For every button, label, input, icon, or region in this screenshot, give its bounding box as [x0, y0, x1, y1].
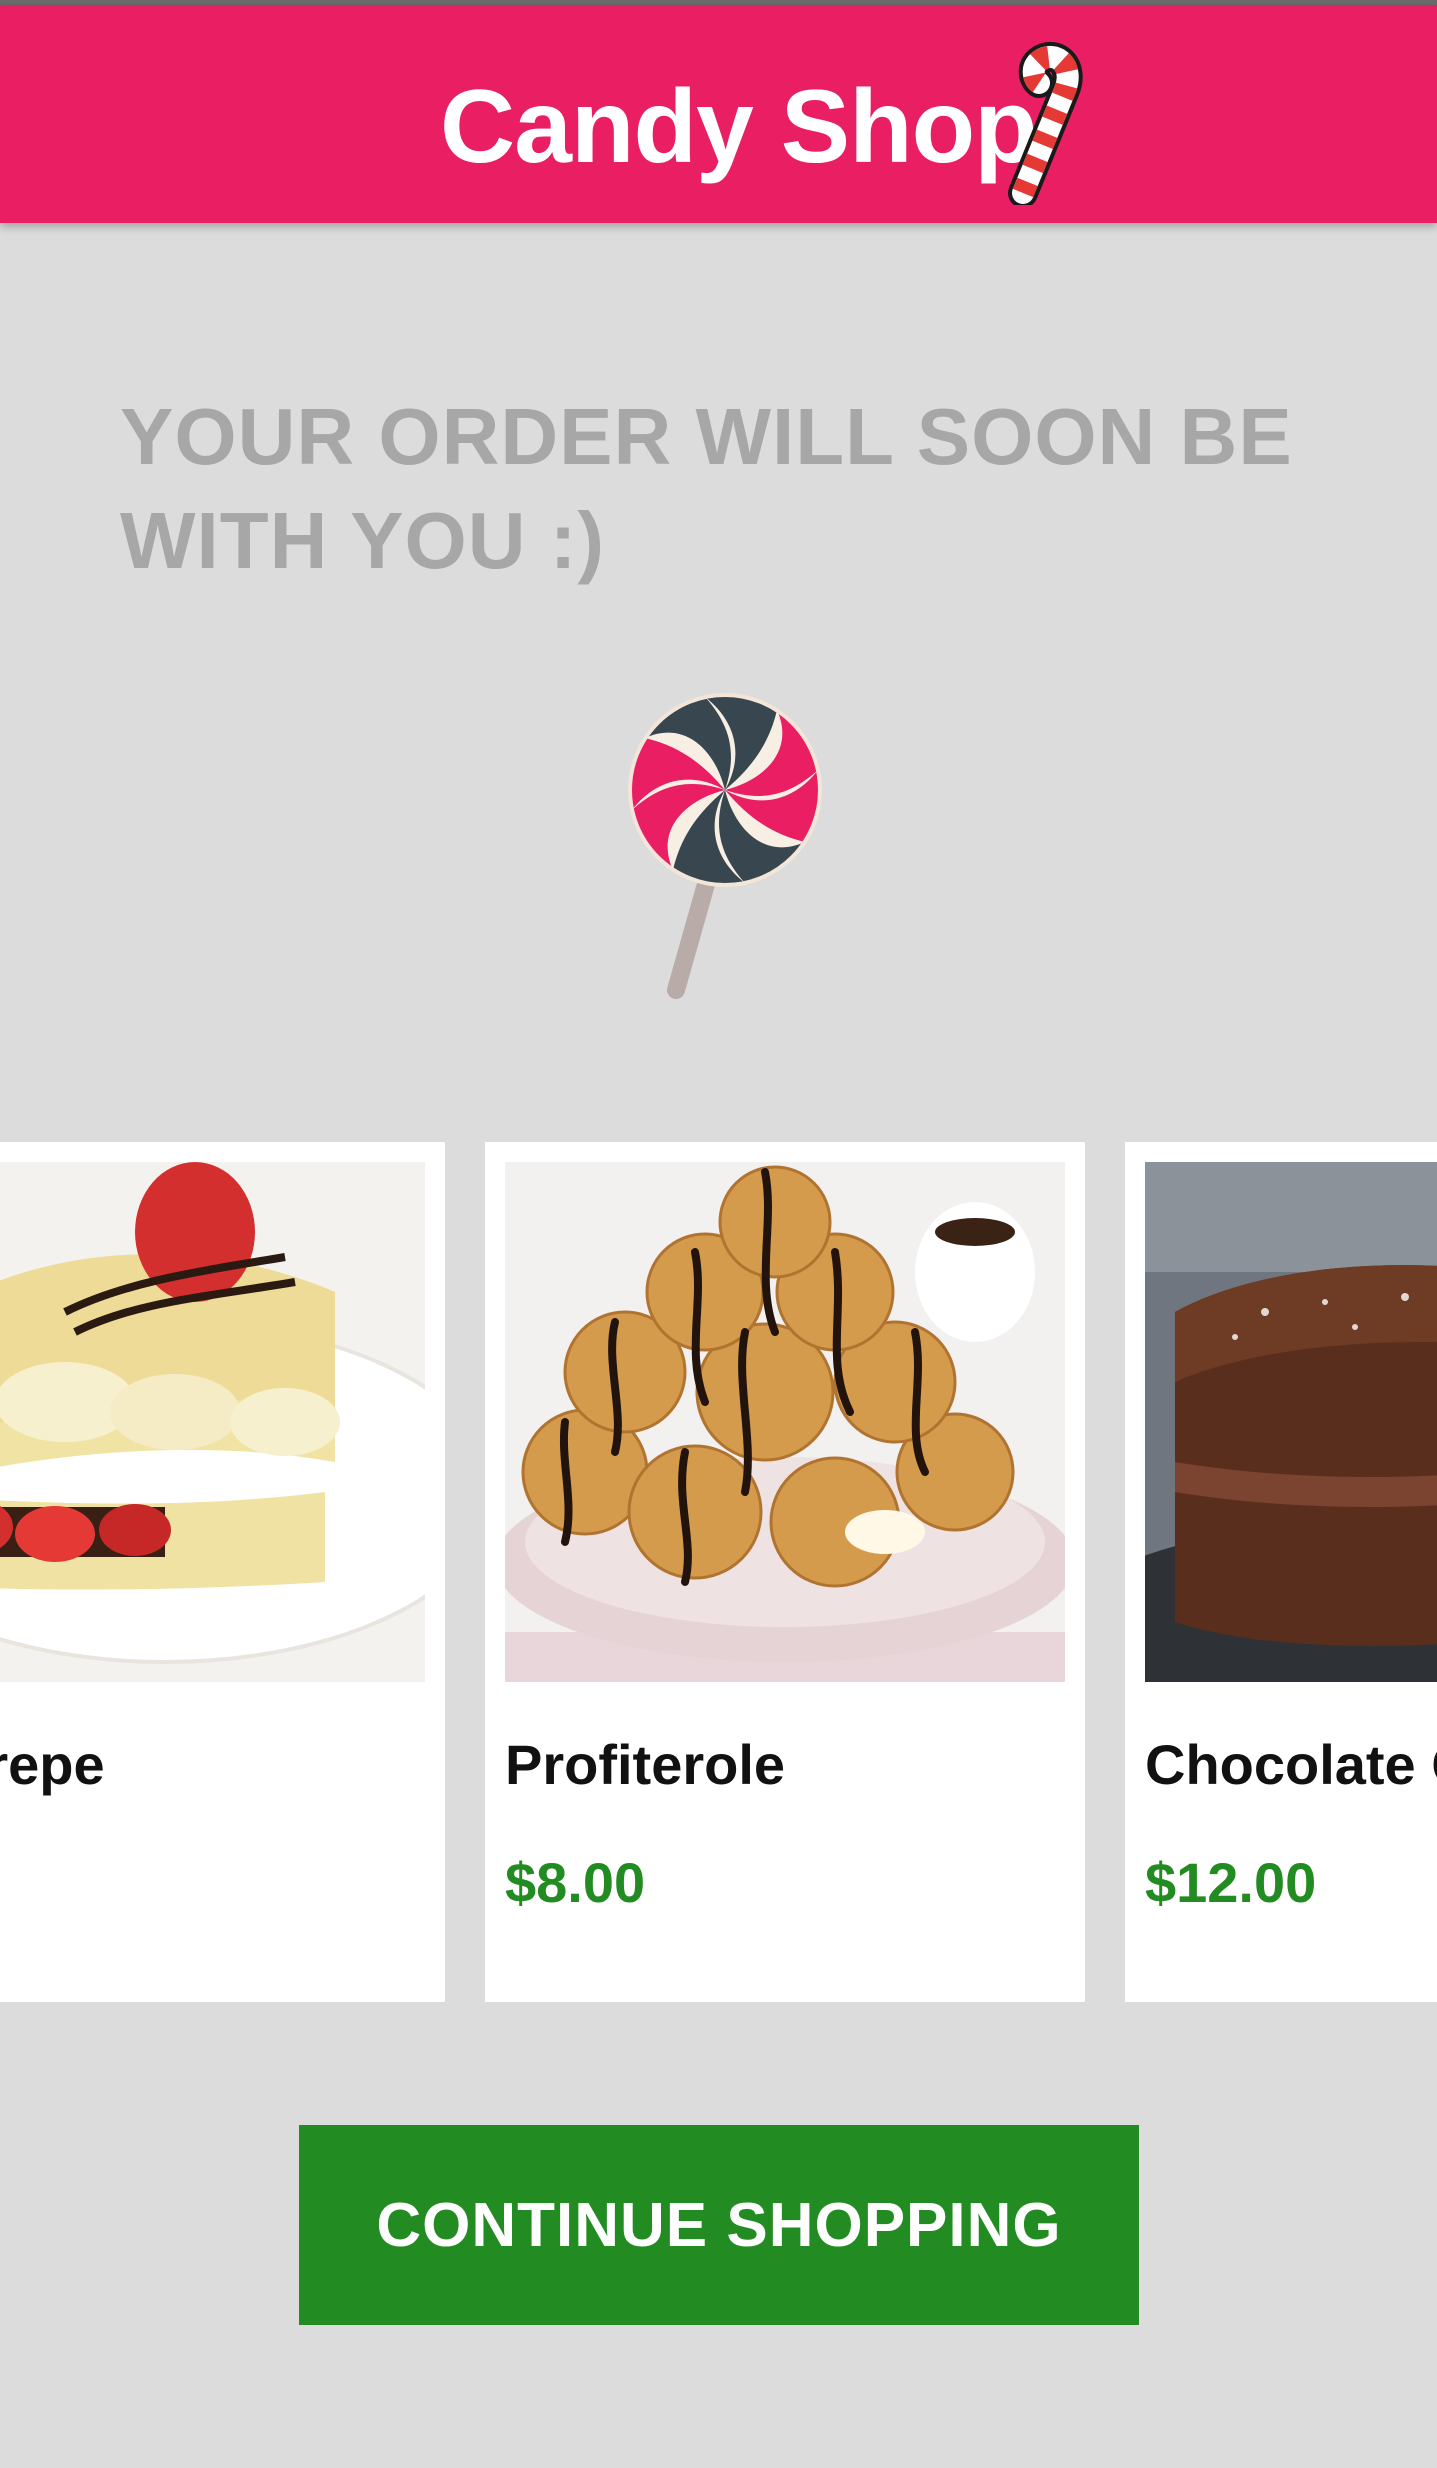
product-carousel[interactable]: ch Crepe 0: [0, 1142, 1437, 2002]
lollipop-icon: [628, 693, 822, 999]
order-confirmation-message: YOUR ORDER WILL SOON BE WITH YOU :): [120, 392, 1293, 585]
product-card[interactable]: Chocolate C $12.00: [1125, 1142, 1437, 2002]
candy-cane-icon: [1008, 42, 1083, 205]
product-card[interactable]: Profiterole $8.00: [485, 1142, 1085, 2002]
product-name: Chocolate C: [1145, 1733, 1437, 1796]
app-bar: Candy Shop: [0, 5, 1437, 223]
product-price: 0: [0, 1848, 405, 1918]
product-price: $12.00: [1145, 1851, 1317, 1914]
product-price: $8.00: [505, 1851, 646, 1914]
profiterole-photo: [505, 1162, 1065, 1682]
crepe-photo: [0, 1162, 425, 1682]
continue-shopping-button[interactable]: CONTINUE SHOPPING: [299, 2125, 1139, 2325]
product-card[interactable]: ch Crepe 0: [0, 1142, 445, 2002]
app-title: Candy Shop: [440, 69, 1038, 185]
chocolate-cake-photo: [1145, 1162, 1437, 1682]
